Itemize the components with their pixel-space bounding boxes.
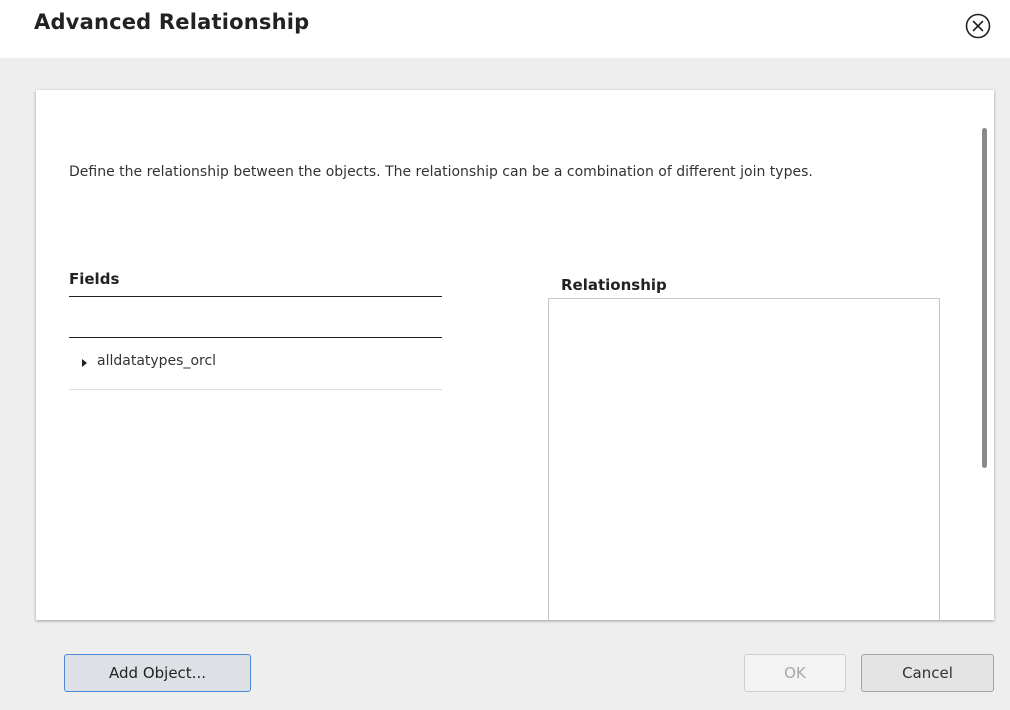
advanced-relationship-dialog: Advanced Relationship Define the relatio…: [0, 0, 1010, 710]
tree-item-label: alldatatypes_orcl: [97, 353, 217, 369]
ok-button[interactable]: OK: [744, 654, 846, 692]
relationship-section: Relationship: [548, 276, 940, 620]
tree-item[interactable]: alldatatypes_orcl: [69, 338, 442, 390]
content-panel: Define the relationship between the obje…: [36, 90, 994, 620]
description-text: Define the relationship between the obje…: [69, 164, 813, 180]
scrollbar-thumb[interactable]: [982, 128, 987, 468]
fields-subheader: [69, 297, 442, 338]
fields-section: Fields alldatatypes_orcl: [69, 270, 442, 390]
relationship-header: Relationship: [561, 276, 667, 294]
dialog-header: Advanced Relationship: [0, 0, 1010, 58]
close-circle-icon: [965, 13, 991, 39]
caret-right-icon[interactable]: [82, 359, 87, 367]
cancel-button[interactable]: Cancel: [861, 654, 994, 692]
close-button[interactable]: [964, 12, 992, 40]
relationship-area[interactable]: [548, 298, 940, 620]
fields-header: Fields: [69, 270, 442, 297]
vertical-scrollbar[interactable]: [982, 128, 988, 468]
dialog-body: Define the relationship between the obje…: [0, 58, 1010, 710]
add-object-button[interactable]: Add Object...: [64, 654, 251, 692]
dialog-title: Advanced Relationship: [34, 10, 310, 34]
